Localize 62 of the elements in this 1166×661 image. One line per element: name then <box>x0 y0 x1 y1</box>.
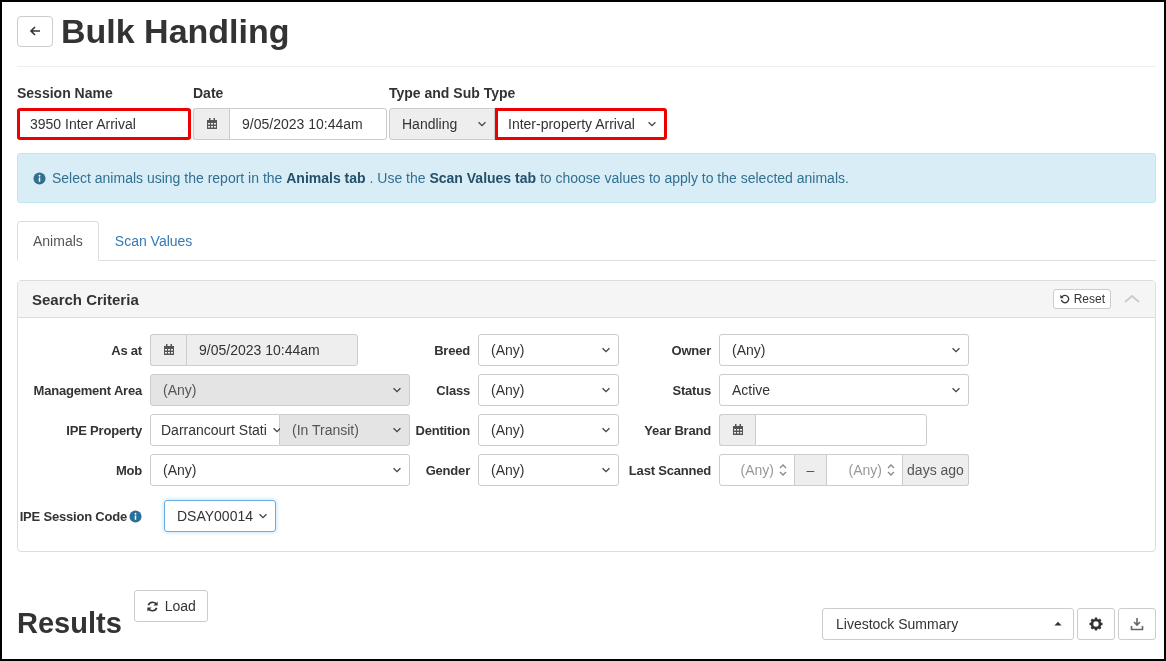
number-field[interactable]: (Any) <box>719 454 795 486</box>
field-label: Management Area <box>33 382 142 398</box>
arrow-left-icon <box>28 24 42 38</box>
reset-button[interactable]: Reset <box>1052 289 1111 309</box>
refresh-icon <box>145 599 159 613</box>
field-label: Last Scanned <box>628 462 711 478</box>
download-button[interactable] <box>1118 608 1156 640</box>
number-input[interactable]: (Any) <box>720 462 776 478</box>
field-label: Mob <box>115 462 142 478</box>
info-icon <box>129 509 142 523</box>
field-label: IPE Session Code <box>19 508 127 524</box>
field-label: Gender <box>425 462 470 478</box>
select-field[interactable]: Inter-property Arrival <box>495 108 667 140</box>
date-field[interactable] <box>755 414 927 446</box>
section-title: Results <box>17 606 122 640</box>
unit-label: days ago <box>903 454 969 486</box>
report-select[interactable]: Livestock Summary <box>822 608 1074 640</box>
range-separator: – <box>795 454 827 486</box>
select-field[interactable]: Active <box>719 374 969 406</box>
tab[interactable]: Animals <box>17 221 99 261</box>
number-field[interactable]: (Any) <box>827 454 903 486</box>
calendar-icon <box>730 423 745 437</box>
select-field[interactable]: (Any) <box>478 374 619 406</box>
info-icon <box>33 171 46 185</box>
select-field[interactable]: Darrancourt Stati <box>150 414 280 446</box>
collapse-icon <box>1123 292 1141 306</box>
undo-icon <box>1058 293 1071 305</box>
settings-icon <box>1089 617 1103 631</box>
select-field[interactable]: Handling <box>389 108 495 140</box>
load-button[interactable]: Load <box>133 590 208 622</box>
field-label: Breed <box>434 342 470 358</box>
calendar-button[interactable] <box>193 108 229 140</box>
number-input[interactable]: (Any) <box>827 462 884 478</box>
page-title: Bulk Handling <box>61 11 290 51</box>
info-message: Select animals using the report in the Animals tab . Use the Scan Values tab to choose values to apply to the selected animals. <box>52 170 849 186</box>
download-icon <box>1130 617 1144 631</box>
select-field[interactable]: DSAY00014 <box>164 500 276 532</box>
select-field[interactable]: (Any) <box>478 334 619 366</box>
select-field[interactable]: (Any) <box>150 454 410 486</box>
session-name-field[interactable]: 3950 Inter Arrival <box>17 108 191 140</box>
panel-title: Search Criteria <box>32 290 140 308</box>
field-label: Session Name <box>17 85 114 101</box>
calendar-button[interactable] <box>719 414 755 446</box>
date-field[interactable]: 9/05/2023 10:44am <box>229 108 387 140</box>
field-label: Type and Sub Type <box>389 85 517 101</box>
field-label: Year Brand <box>644 422 711 438</box>
select-field[interactable]: (Any) <box>719 334 969 366</box>
field-label: Owner <box>671 342 711 358</box>
field-label: Dentition <box>415 422 470 438</box>
field-label: Status <box>672 382 711 398</box>
tab[interactable]: Scan Values <box>98 221 209 261</box>
select-field[interactable]: (Any) <box>478 454 619 486</box>
select-field[interactable]: (Any) <box>478 414 619 446</box>
calendar-button[interactable] <box>150 334 186 366</box>
calendar-icon <box>204 117 219 131</box>
settings-button[interactable] <box>1077 608 1115 640</box>
field-label: IPE Property <box>66 422 142 438</box>
field-label: Date <box>193 85 225 101</box>
field-label: Class <box>436 382 470 398</box>
back-button[interactable] <box>17 15 53 47</box>
field-label: As at <box>111 342 142 358</box>
calendar-icon <box>161 343 176 357</box>
